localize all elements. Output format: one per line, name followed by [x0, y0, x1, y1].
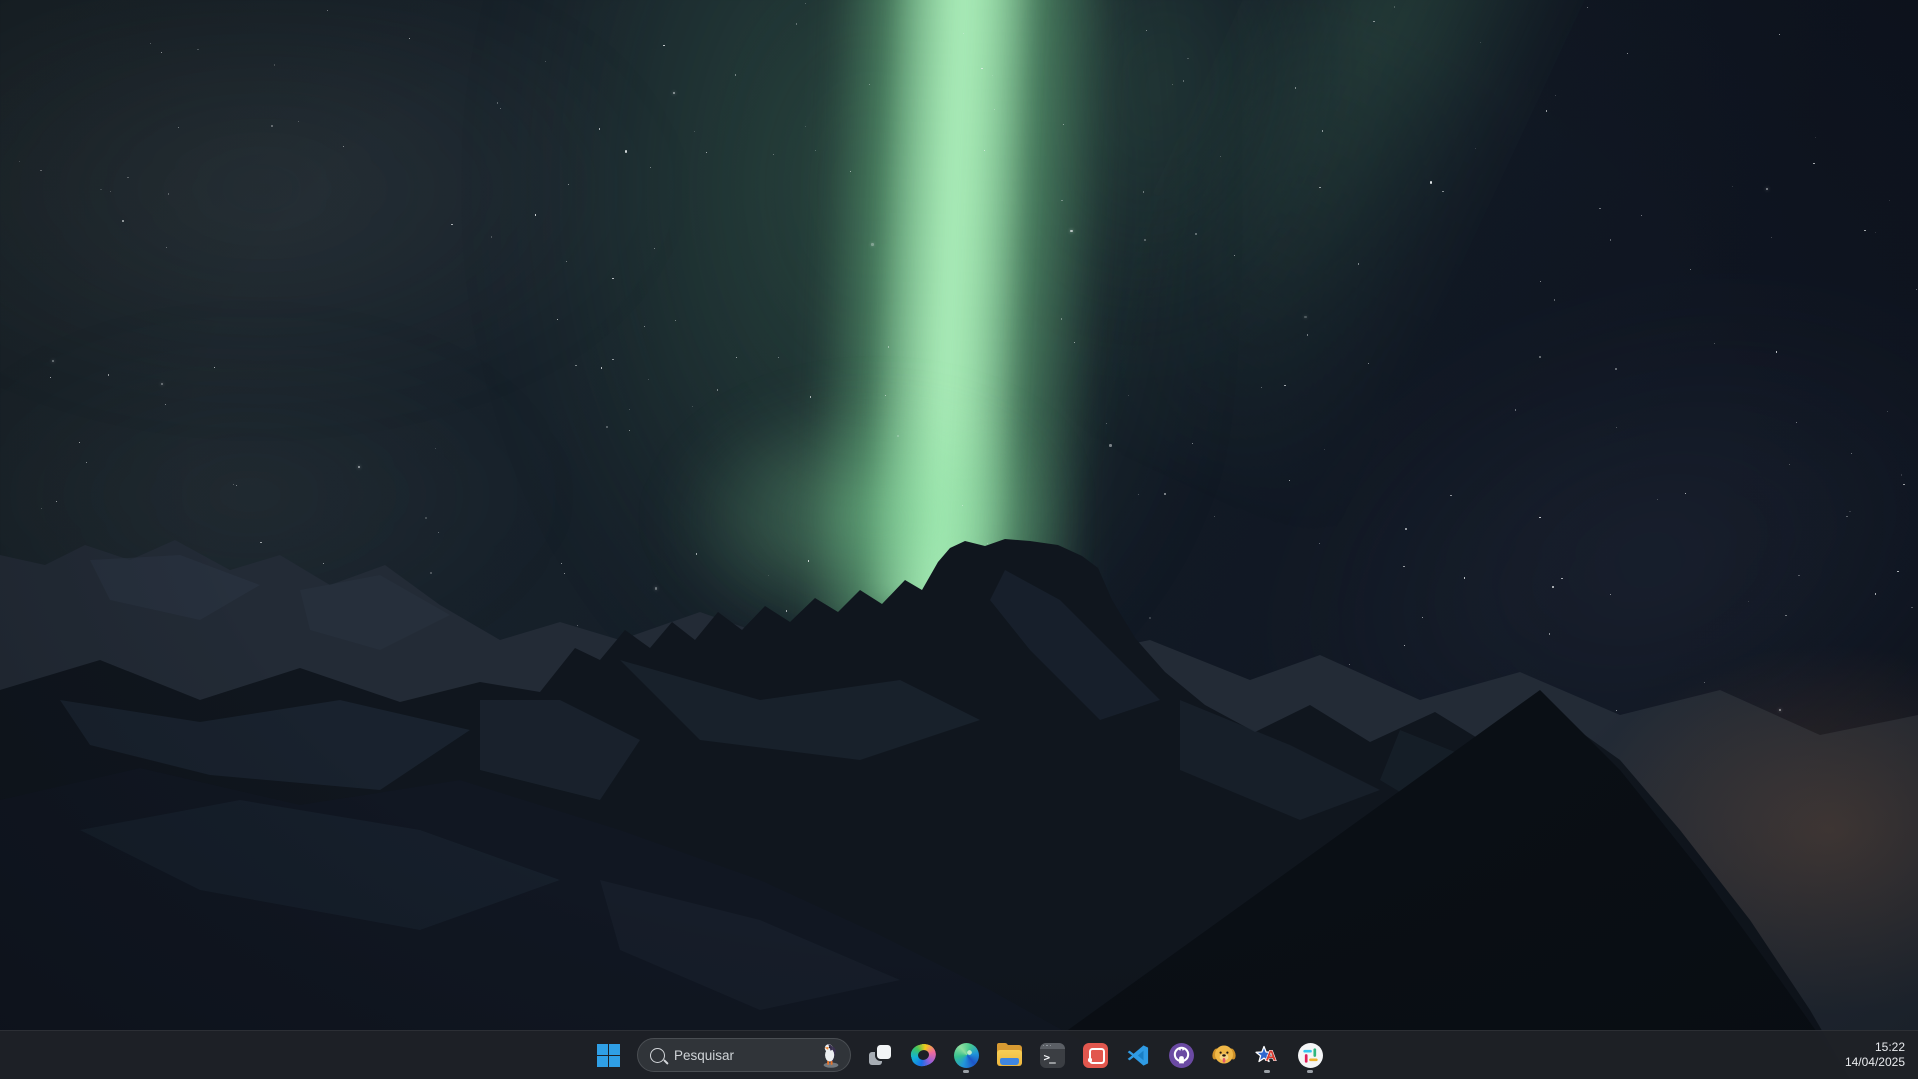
aurora-pillar [803, 0, 1118, 648]
aurora-glow-upper [918, 0, 1381, 385]
taskbar-button-file-explorer[interactable] [989, 1035, 1029, 1075]
taskbar-search-box[interactable] [637, 1038, 851, 1072]
task-view-icon [868, 1043, 892, 1067]
clock-date: 14/04/2025 [1845, 1055, 1905, 1070]
taskbar-button-task-view[interactable] [860, 1035, 900, 1075]
windows-logo-icon [597, 1044, 620, 1067]
mountain-silhouettes [0, 0, 1918, 1079]
clock-time: 15:22 [1875, 1040, 1905, 1055]
start-button[interactable] [588, 1035, 628, 1075]
folder-icon [997, 1045, 1022, 1066]
search-input[interactable] [674, 1048, 820, 1063]
pinwheel-icon [1298, 1043, 1323, 1068]
svg-text:A: A [1266, 1048, 1277, 1065]
taskbar-button-pinwheel-app[interactable] [1290, 1035, 1330, 1075]
aurora-base-glow [668, 392, 1048, 622]
search-icon [650, 1048, 665, 1063]
copilot-icon [908, 1041, 938, 1069]
terminal-icon: >_ [1040, 1043, 1065, 1068]
cloud-haze [0, 330, 560, 660]
taskbar-center-group: >_ [588, 1035, 1330, 1075]
edge-icon [954, 1043, 979, 1068]
aurora-glow-wash [520, 0, 1160, 720]
taskbar-button-red-box-app[interactable] [1075, 1035, 1115, 1075]
taskbar-button-terminal[interactable]: >_ [1032, 1035, 1072, 1075]
aurora-pillar-core [861, 0, 1040, 605]
taskbar-button-copilot[interactable] [903, 1035, 943, 1075]
taskbar-button-edge[interactable] [946, 1035, 986, 1075]
taskbar-button-vscode[interactable] [1118, 1035, 1158, 1075]
cloud-haze [1189, 189, 1918, 931]
taskbar: >_ [0, 1030, 1918, 1079]
github-icon [1169, 1043, 1194, 1068]
vignette-overlay [0, 0, 1918, 1079]
taskbar-clock[interactable]: 15:22 14/04/2025 [1845, 1031, 1918, 1079]
cloud-haze [0, 0, 680, 420]
aurora-band-northeast [1032, 0, 1617, 582]
vscode-icon [1126, 1043, 1151, 1068]
dog-face-icon [1211, 1042, 1237, 1068]
taskbar-button-star-a-app[interactable]: A [1247, 1035, 1287, 1075]
taskbar-button-github-desktop[interactable] [1161, 1035, 1201, 1075]
red-box-icon [1083, 1043, 1108, 1068]
star-field [0, 0, 1918, 1079]
star-a-icon: A [1254, 1042, 1280, 1068]
desktop: { "taskbar": { "start_button": { "icon":… [0, 0, 1918, 1079]
taskbar-button-dog-app[interactable] [1204, 1035, 1244, 1075]
puffin-bird-image[interactable] [820, 1042, 842, 1069]
